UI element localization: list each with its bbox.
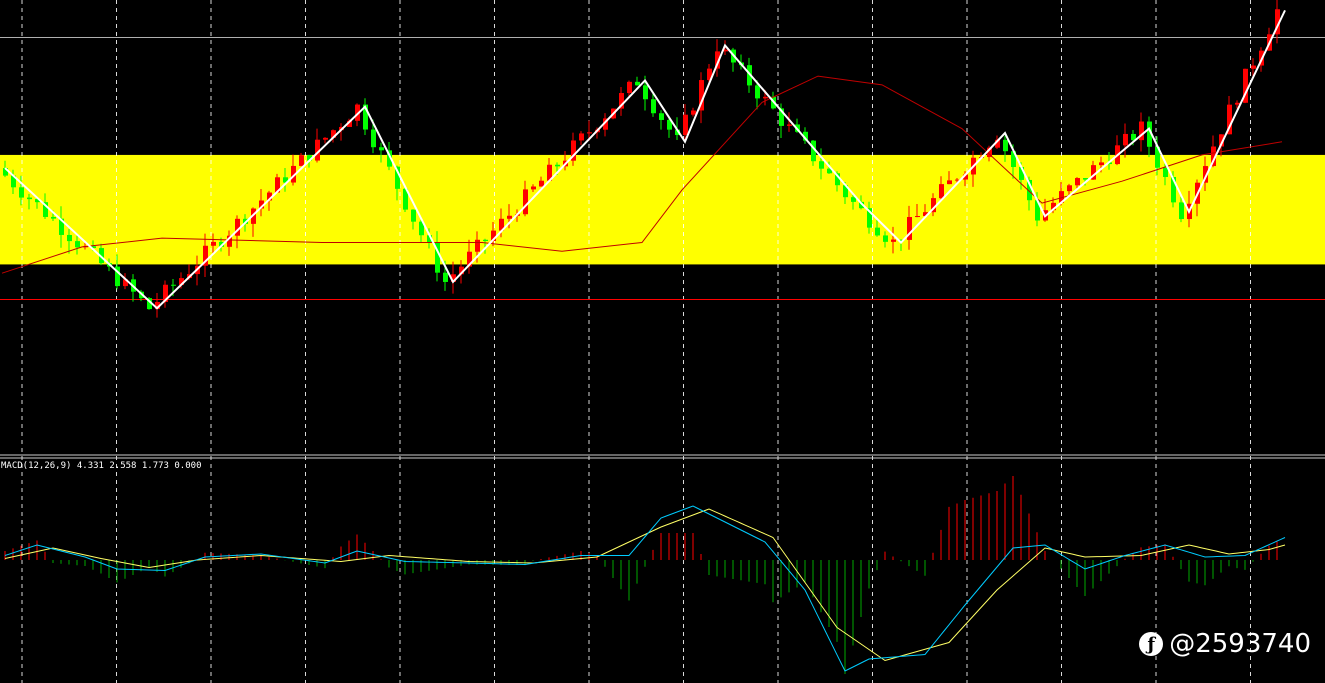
candle-body: [691, 110, 696, 115]
candle-body: [643, 85, 648, 100]
watermark-text: @2593740: [1169, 629, 1311, 659]
candle-body: [443, 272, 448, 282]
candle-body: [635, 81, 640, 86]
candle-body: [763, 96, 768, 99]
candle-body: [67, 234, 72, 242]
candle-body: [1179, 202, 1184, 220]
candle-body: [1075, 178, 1080, 186]
candle-body: [819, 161, 824, 169]
candle-body: [627, 81, 632, 94]
candle-body: [787, 124, 792, 126]
candle-body: [939, 184, 944, 199]
candle-body: [483, 239, 488, 242]
candle-body: [651, 99, 656, 114]
candle-body: [587, 132, 592, 134]
candle-body: [1067, 185, 1072, 192]
watermark: ƒ @2593740: [1139, 629, 1311, 659]
candle-body: [915, 216, 920, 218]
candle-body: [1099, 162, 1104, 166]
candle-body: [1003, 139, 1008, 152]
candle-body: [891, 239, 896, 242]
candle-body: [659, 113, 664, 120]
candle-body: [579, 133, 584, 141]
yellow-zone: [0, 154, 1325, 265]
candle-body: [211, 241, 216, 246]
candle-body: [555, 164, 560, 167]
candle-body: [379, 147, 384, 151]
candle-body: [539, 180, 544, 187]
candle-body: [1123, 133, 1128, 146]
candle-body: [75, 241, 80, 248]
candle-body: [27, 197, 32, 200]
candle-body: [523, 189, 528, 215]
candle-body: [755, 85, 760, 99]
macd-indicator-label: MACD(12,26,9) 4.331 2.558 1.773 0.000: [1, 461, 202, 471]
candle-body: [1163, 167, 1168, 177]
candle-body: [171, 284, 176, 286]
chart-canvas: [0, 0, 1325, 683]
candle-body: [1251, 65, 1256, 69]
candle-body: [507, 215, 512, 219]
candle-body: [883, 235, 888, 242]
candle-body: [411, 209, 416, 222]
candle-body: [299, 155, 304, 166]
candle-body: [323, 137, 328, 140]
candle-body: [683, 114, 688, 136]
candle-body: [51, 216, 56, 219]
candle-body: [19, 187, 24, 198]
candle-body: [371, 129, 376, 148]
candle-body: [947, 180, 952, 185]
candle-body: [475, 239, 480, 252]
feather-icon: ƒ: [1139, 632, 1164, 656]
candle-body: [531, 186, 536, 190]
candle-body: [875, 227, 880, 236]
